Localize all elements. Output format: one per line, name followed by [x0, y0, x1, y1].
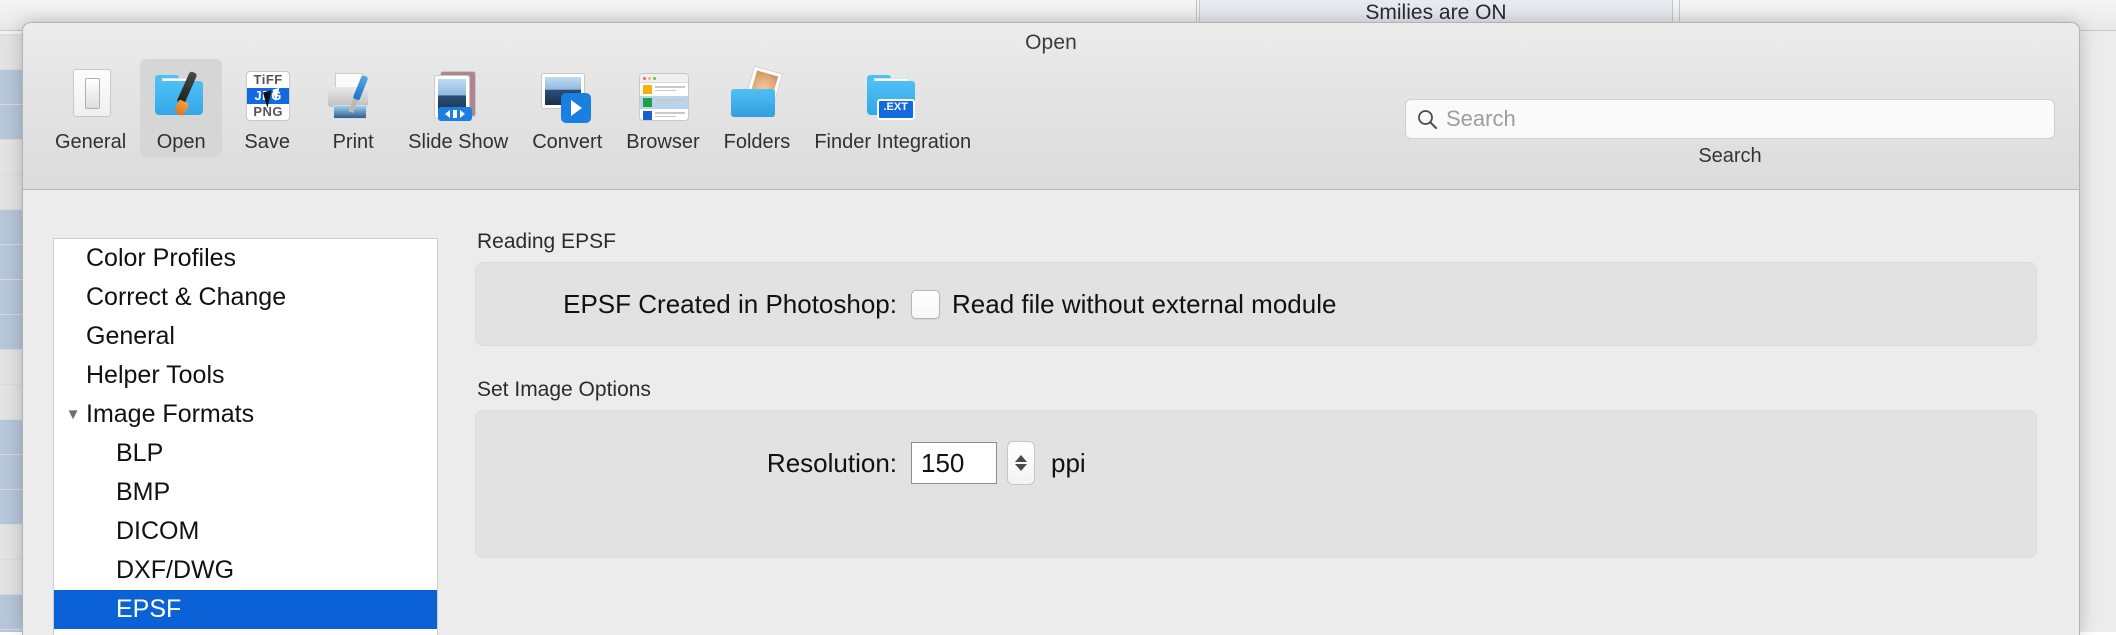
toolbar-item-open[interactable]: Open — [140, 59, 223, 157]
sidebar-item-dicom[interactable]: DICOM — [54, 512, 437, 551]
toolbar-label-general: General — [55, 131, 127, 153]
sidebar-item-label: General — [86, 322, 175, 350]
search-toolbar-label: Search — [1698, 145, 1762, 167]
window-title: Open — [1025, 31, 1077, 54]
preferences-window: Open General Open TiFF JPG PNG Save Prin… — [22, 22, 2080, 635]
file-formats-icon: TiFF JPG PNG — [237, 65, 297, 127]
sidebar-item-color-profiles[interactable]: Color Profiles — [54, 239, 437, 278]
sidebar-item-bmp[interactable]: BMP — [54, 473, 437, 512]
toolbar-label-slide-show: Slide Show — [408, 131, 509, 153]
window-chrome: Open General Open TiFF JPG PNG Save Prin… — [23, 23, 2079, 190]
reading-epsf-group: EPSF Created in Photoshop: Read file wit… — [475, 262, 2037, 346]
sidebar-item-label: Helper Tools — [86, 361, 225, 389]
ext-badge: .EXT — [876, 99, 915, 120]
search-icon — [1418, 110, 1437, 129]
play-controls-icon — [438, 107, 473, 121]
read-without-external-module-label: Read file without external module — [952, 288, 1337, 319]
format-row-tiff: TiFF — [253, 72, 283, 87]
toolbar-label-print: Print — [332, 131, 374, 153]
sidebar-item-helper-tools[interactable]: Helper Tools — [54, 356, 437, 395]
sidebar-item-label: Correct & Change — [86, 283, 287, 311]
convert-icon — [537, 65, 597, 127]
sidebar-item-general[interactable]: General — [54, 317, 437, 356]
sidebar-item-label: BMP — [116, 478, 171, 506]
sidebar-item-epsf[interactable]: EPSF — [54, 590, 437, 629]
folder-ext-icon: .EXT — [863, 65, 923, 127]
preferences-toolbar: General Open TiFF JPG PNG Save Print Sli… — [45, 59, 985, 183]
arrow-right-badge-icon — [561, 93, 592, 123]
toolbar-item-browser[interactable]: Browser — [616, 59, 709, 157]
toolbar-item-slide-show[interactable]: Slide Show — [398, 59, 518, 157]
toolbar-item-convert[interactable]: Convert — [522, 59, 612, 157]
folder-brush-icon — [151, 65, 211, 127]
folder-photos-icon — [727, 65, 787, 127]
sidebar-item-label: Color Profiles — [86, 244, 237, 272]
resolution-input[interactable]: 150 — [911, 442, 997, 484]
resolution-unit-label: ppi — [1051, 447, 1086, 478]
browser-window-icon — [633, 65, 693, 127]
stepper-up-icon[interactable] — [1015, 455, 1027, 462]
read-without-external-module-checkbox[interactable] — [911, 289, 940, 319]
sidebar-item-label: DICOM — [116, 517, 200, 545]
toolbar-label-convert: Convert — [532, 131, 603, 153]
toolbar-label-open: Open — [156, 131, 206, 153]
toolbar-label-save: Save — [244, 131, 290, 153]
sidebar-item-label: Image Formats — [86, 400, 255, 428]
sidebar-item-label: BLP — [116, 439, 164, 467]
sidebar-item-blp[interactable]: BLP — [54, 434, 437, 473]
toolbar-label-browser: Browser — [626, 131, 700, 153]
stepper-down-icon[interactable] — [1015, 464, 1027, 471]
search-placeholder: Search — [1446, 106, 1516, 131]
search-input[interactable]: Search — [1405, 99, 2055, 139]
group-title-set-image-options: Set Image Options — [477, 378, 651, 401]
sidebar-item-correct-and-change[interactable]: Correct & Change — [54, 278, 437, 317]
toolbar-label-finder-integration: Finder Integration — [814, 131, 972, 153]
toolbar-label-folders: Folders — [723, 131, 791, 153]
settings-detail-pane: Reading EPSF EPSF Created in Photoshop: … — [475, 230, 2037, 635]
toolbar-item-print[interactable]: Print — [312, 59, 394, 157]
group-title-reading-epsf: Reading EPSF — [477, 230, 616, 253]
printer-icon — [323, 65, 383, 127]
switch-icon — [61, 65, 121, 127]
resolution-stepper[interactable] — [1007, 441, 1035, 485]
epsf-created-in-photoshop-label: EPSF Created in Photoshop: — [563, 288, 897, 319]
toolbar-item-general[interactable]: General — [45, 59, 136, 157]
toolbar-item-folders[interactable]: Folders — [714, 59, 801, 157]
search-area: Search Search — [1405, 99, 2055, 168]
sidebar-item-dxf-dwg[interactable]: DXF/DWG — [54, 551, 437, 590]
sidebar-item-label: EPSF — [116, 595, 182, 623]
disclosure-triangle-icon[interactable]: ▼ — [62, 406, 84, 423]
slideshow-icon — [428, 65, 488, 127]
toolbar-item-save[interactable]: TiFF JPG PNG Save — [226, 59, 308, 157]
preferences-content: Color Profiles Correct & Change General … — [23, 190, 2079, 635]
toolbar-item-finder-integration[interactable]: .EXT Finder Integration — [804, 59, 981, 157]
resolution-label: Resolution: — [766, 447, 897, 478]
sidebar-item-image-formats[interactable]: ▼ Image Formats — [54, 395, 437, 434]
sidebar-item-label: DXF/DWG — [116, 556, 235, 584]
sidebar-item-fits[interactable]: FITS — [54, 629, 437, 635]
settings-category-list[interactable]: Color Profiles Correct & Change General … — [53, 238, 438, 635]
set-image-options-group: Resolution: 150 ppi — [475, 410, 2037, 558]
